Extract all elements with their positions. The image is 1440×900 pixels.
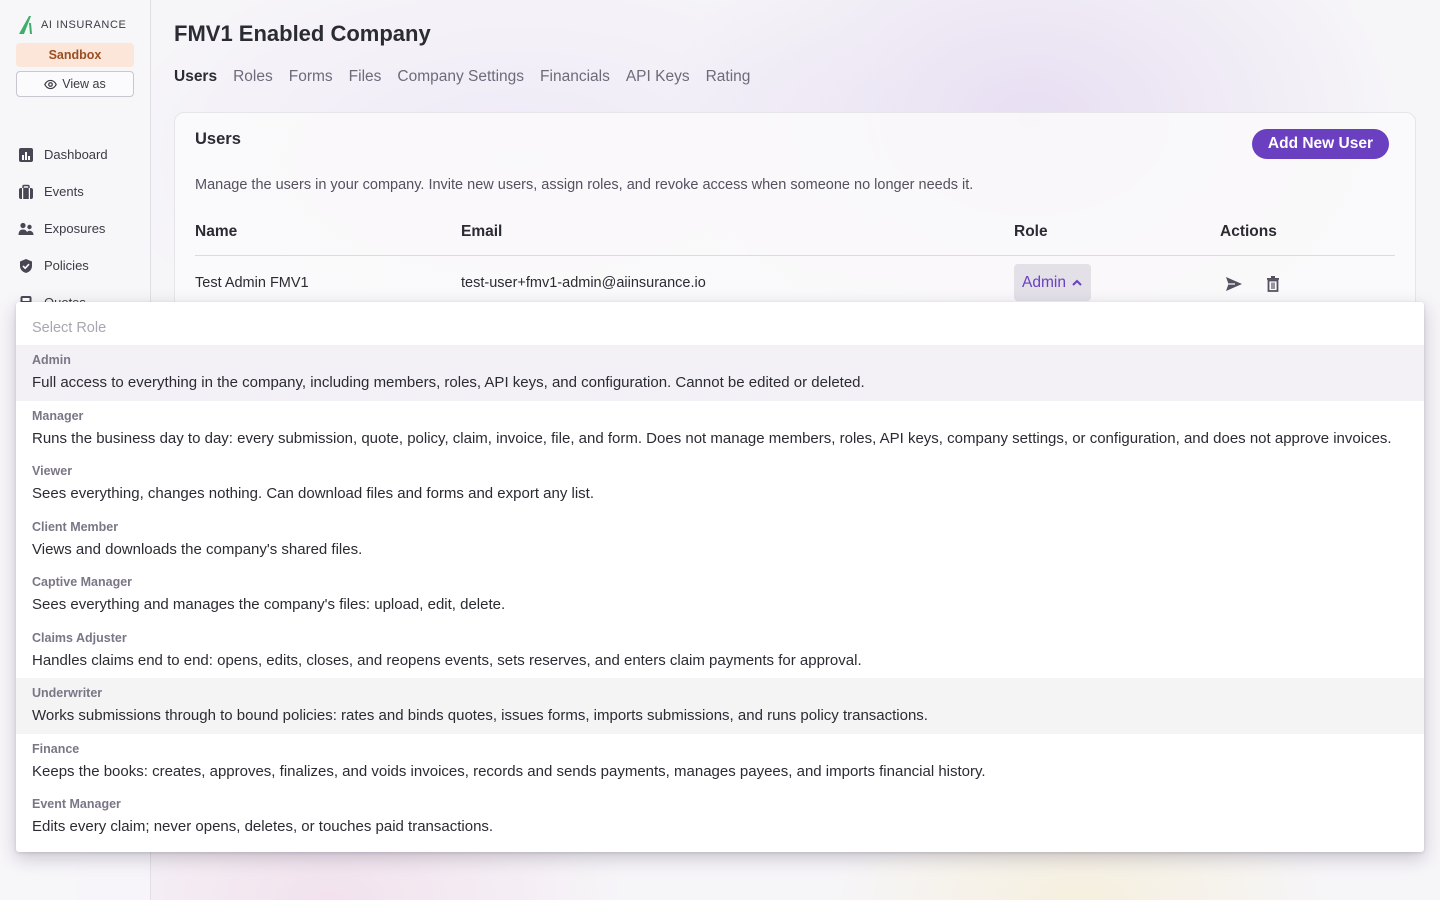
column-header-name[interactable]: Name [195,223,237,241]
sidebar-item-label: Dashboard [44,147,108,162]
sidebar-item-exposures[interactable]: Exposures [18,210,108,247]
column-header-role[interactable]: Role [1014,223,1048,241]
role-option-label: Viewer [32,464,73,478]
column-header-email[interactable]: Email [461,223,502,241]
sidebar-item-events[interactable]: Events [18,173,108,210]
tab-company-settings[interactable]: Company Settings [397,68,524,90]
send-invite-icon[interactable] [1224,274,1244,294]
role-option-description: Full access to everything in the company… [32,374,865,391]
role-option-description: Views and downloads the company's shared… [32,540,363,558]
role-option-label: Admin [32,353,71,367]
view-as-label: View as [62,77,106,91]
role-option-admin[interactable]: Admin Full access to everything in the c… [16,345,1424,401]
logo-mark-icon [19,16,32,34]
role-option-label: Underwriter [32,686,103,700]
sidebar-item-policies[interactable]: Policies [18,247,108,284]
sidebar-item-label: Exposures [44,221,106,236]
tab-api-keys[interactable]: API Keys [626,68,690,90]
role-option-label: Claims Adjuster [32,630,127,645]
tab-financials[interactable]: Financials [540,68,610,90]
brand-logo[interactable]: AI INSURANCE [17,15,126,35]
role-option-manager[interactable]: Manager Runs the business day to day: ev… [16,401,1424,457]
role-dropdown-menu: Select Role Admin Full access to everyth… [16,302,1424,852]
sandbox-badge: Sandbox [16,43,134,67]
briefcase-icon [19,184,33,199]
user-email-cell: test-user+fmv1-admin@aiinsurance.io [461,275,706,291]
role-option-description: Sees everything and manages the company'… [32,596,506,613]
settings-tabs: Users Roles Forms Files Company Settings… [174,68,750,90]
role-option-underwriter[interactable]: Underwriter Works submissions through to… [16,678,1424,734]
add-new-user-button[interactable]: Add New User [1251,129,1389,159]
column-header-actions: Actions [1220,223,1277,240]
role-option-description: Keeps the books: creates, approves, fina… [32,762,986,780]
role-option-label: Finance [32,741,80,756]
tab-rating[interactable]: Rating [706,68,751,90]
role-option-claims-adjuster[interactable]: Claims Adjuster Handles claims end to en… [16,623,1424,679]
role-option-event-manager[interactable]: Event Manager Edits every claim; never o… [16,789,1424,845]
trash-icon[interactable] [1263,274,1283,294]
role-search-input[interactable]: Select Role [16,302,1424,345]
eye-icon [44,79,58,89]
role-option-description: Edits every claim; never opens, deletes,… [32,818,494,835]
sidebar-item-label: Policies [44,258,89,273]
tab-files[interactable]: Files [349,68,382,90]
header-divider [195,255,1395,256]
role-option-label: Manager [32,408,84,423]
card-title: Users [195,130,241,148]
role-option-label: Captive Manager [32,575,133,589]
shield-check-icon [20,258,32,273]
logo-text: AI INSURANCE [41,19,127,31]
role-option-description: Sees everything, changes nothing. Can do… [32,485,595,502]
user-name-cell: Test Admin FMV1 [195,275,309,291]
role-option-finance[interactable]: Finance Keeps the books: creates, approv… [16,734,1424,790]
role-option-description: Works submissions through to bound polic… [32,707,928,724]
tab-users[interactable]: Users [174,68,217,90]
role-option-description: Handles claims end to end: opens, edits,… [32,651,862,669]
role-option-client-member[interactable]: Client Member Views and downloads the co… [16,512,1424,568]
tab-forms[interactable]: Forms [289,68,333,90]
sidebar-item-label: Events [44,184,84,199]
people-icon [18,222,34,235]
page-title: FMV1 Enabled Company [174,21,431,46]
role-option-captive-manager[interactable]: Captive Manager Sees everything and mana… [16,567,1424,623]
role-select-value: Admin [1022,273,1066,291]
tab-roles[interactable]: Roles [233,68,273,90]
view-as-button[interactable]: View as [16,71,134,97]
chevron-up-icon [1072,279,1082,286]
role-option-label: Client Member [32,519,119,534]
sidebar-item-dashboard[interactable]: Dashboard [18,136,108,173]
bar-chart-icon [19,147,33,162]
role-option-description: Runs the business day to day: every subm… [32,429,1392,447]
role-option-label: Event Manager [32,797,121,811]
sidebar-nav: Dashboard Events Exposures Policies [18,136,108,321]
card-description: Manage the users in your company. Invite… [195,177,974,193]
role-select[interactable]: Admin [1014,264,1091,301]
role-option-viewer[interactable]: Viewer Sees everything, changes nothing.… [16,456,1424,512]
